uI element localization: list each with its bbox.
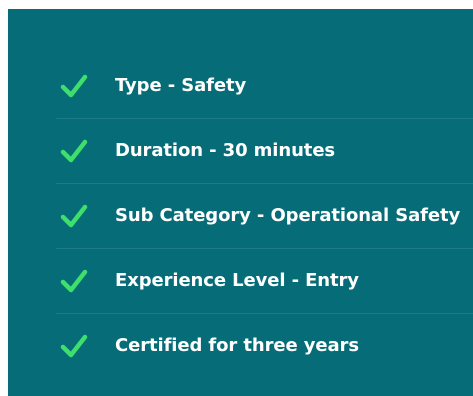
course-feature-list: Type - Safety Duration - 30 minutes Sub … (56, 54, 473, 378)
feature-item-experience-level: Experience Level - Entry (56, 249, 473, 314)
check-icon (60, 269, 88, 293)
feature-item-sub-category: Sub Category - Operational Safety (56, 184, 473, 249)
feature-item-type: Type - Safety (56, 54, 473, 119)
feature-label: Duration - 30 minutes (115, 140, 336, 161)
check-icon (60, 204, 88, 228)
feature-label: Certified for three years (115, 335, 359, 356)
feature-item-duration: Duration - 30 minutes (56, 119, 473, 184)
check-icon (60, 334, 88, 358)
feature-label: Sub Category - Operational Safety (115, 205, 461, 226)
feature-label: Experience Level - Entry (115, 270, 359, 291)
feature-label: Type - Safety (115, 75, 247, 96)
check-icon (60, 74, 88, 98)
course-details-panel: Type - Safety Duration - 30 minutes Sub … (8, 9, 473, 396)
feature-item-certification: Certified for three years (56, 314, 473, 378)
check-icon (60, 139, 88, 163)
